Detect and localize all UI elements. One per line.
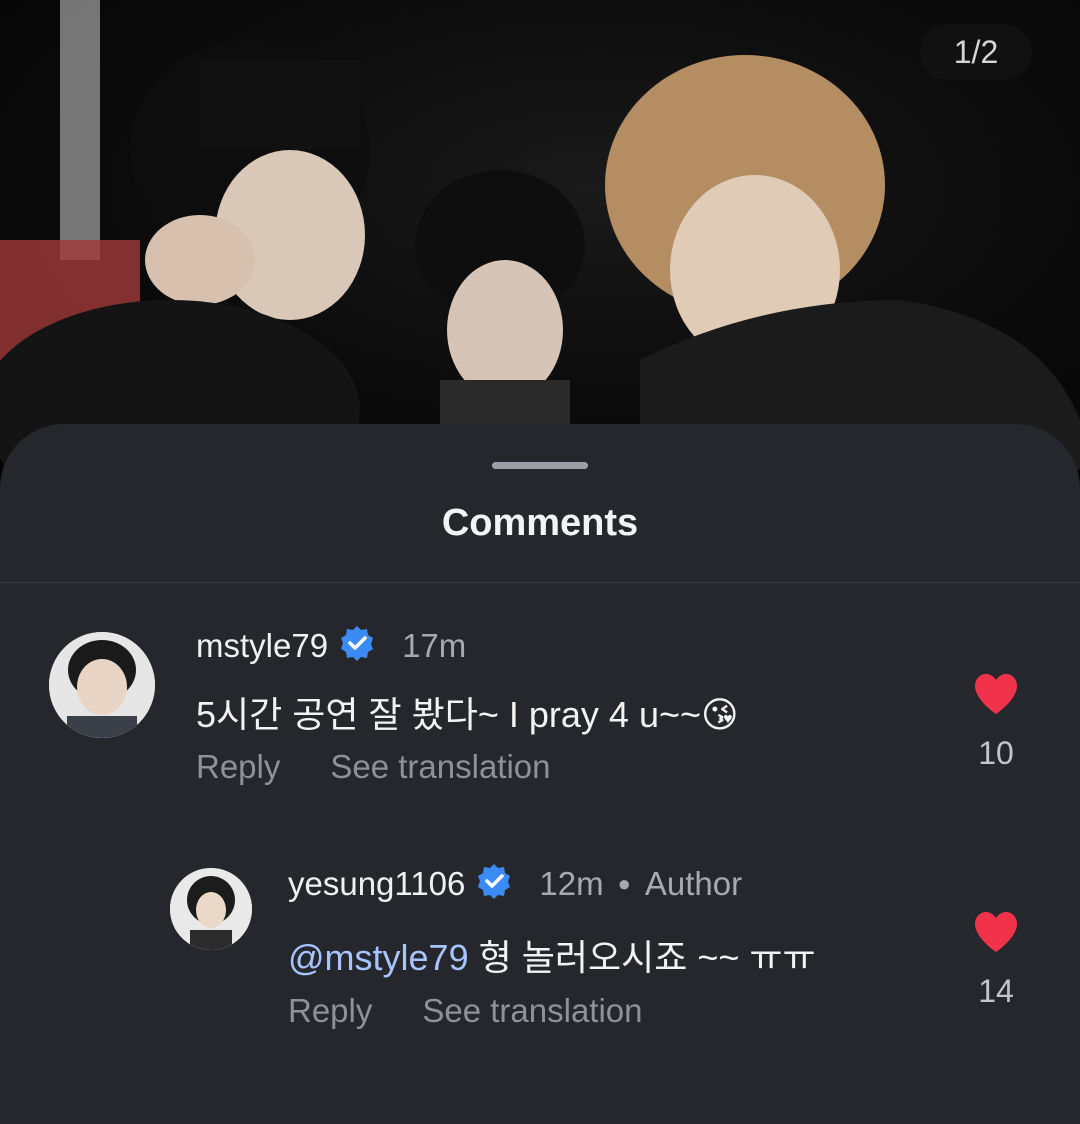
verified-badge-icon: [338, 624, 376, 667]
comment-text: 5시간 공연 잘 봤다~ I pray 4 u~~😘: [196, 686, 739, 738]
kiss-emoji-icon: 😘: [701, 694, 739, 735]
see-translation-button[interactable]: See translation: [422, 992, 642, 1030]
like-control: 10: [966, 672, 1026, 772]
username[interactable]: mstyle79: [196, 627, 328, 665]
image-counter: 1/2: [920, 24, 1032, 80]
post-photo[interactable]: 1/2: [0, 0, 1080, 470]
drag-handle[interactable]: [492, 462, 588, 469]
divider: [0, 582, 1080, 583]
comment-meta: yesung1106 12m ● Author: [288, 862, 742, 905]
photo-illustration: [0, 0, 1080, 470]
verified-badge-icon: [475, 862, 513, 905]
comment-actions: Reply See translation: [288, 992, 643, 1030]
heart-icon[interactable]: [972, 912, 1020, 958]
username[interactable]: yesung1106: [288, 865, 465, 903]
comment-body: 형 놀러오시죠 ~~ ㅠㅠ: [468, 937, 816, 978]
sheet-title: Comments: [441, 502, 639, 544]
avatar[interactable]: [49, 632, 155, 738]
mention-link[interactable]: @mstyle79: [288, 937, 469, 978]
separator-dot: ●: [617, 870, 631, 896]
comment-body: 5시간 공연 잘 봤다~ I pray 4 u~~: [196, 694, 702, 735]
like-count: 10: [978, 735, 1014, 771]
comment-time: 12m: [539, 864, 604, 902]
reply-button[interactable]: Reply: [288, 992, 372, 1030]
author-label: Author: [644, 864, 743, 902]
comment-time: 17m: [402, 626, 467, 664]
avatar[interactable]: [170, 868, 252, 950]
comments-sheet: Comments mstyle79 17m 5시간 공연 잘 봤다~ I pra…: [0, 424, 1080, 1124]
reply-button[interactable]: Reply: [196, 748, 280, 786]
comment-meta: mstyle79 17m: [196, 624, 466, 667]
see-translation-button[interactable]: See translation: [330, 748, 550, 786]
like-count: 14: [978, 973, 1014, 1009]
comment-text: @mstyle79 형 놀러오시죠 ~~ ㅠㅠ: [288, 929, 816, 981]
comment-actions: Reply See translation: [196, 748, 551, 786]
heart-icon[interactable]: [972, 674, 1020, 720]
like-control: 14: [966, 910, 1026, 1010]
